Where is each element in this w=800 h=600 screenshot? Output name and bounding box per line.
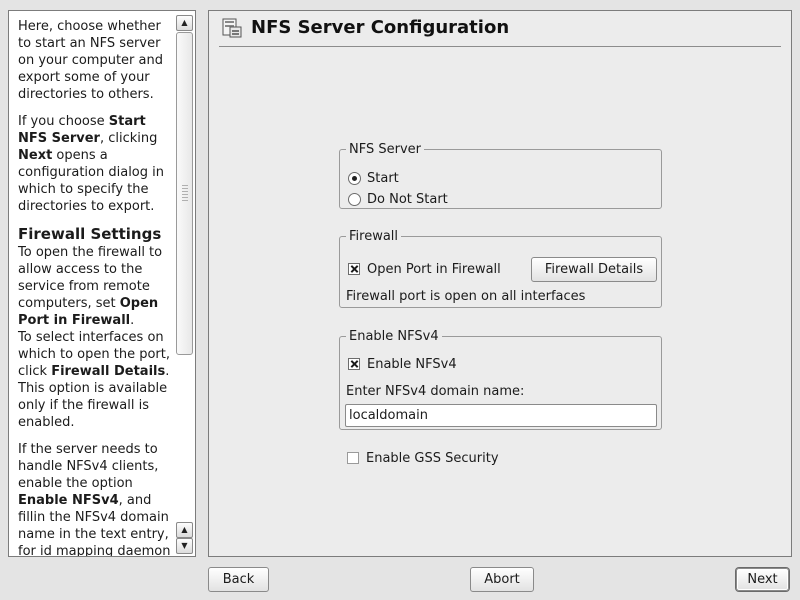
abort-button[interactable]: Abort [470,567,534,592]
radio-do-not-start[interactable]: Do Not Start [348,190,448,208]
scroll-up-arrow-icon-bottom[interactable]: ▲ [176,522,193,538]
scrollbar-thumb[interactable] [176,32,193,355]
radio-do-not-start-label: Do Not Start [367,191,448,207]
enable-nfsv4-check-indicator[interactable] [348,358,360,370]
main-panel: NFS Server Configuration NFS Server Star… [208,10,792,557]
nfsv4-legend: Enable NFSv4 [349,329,439,344]
radio-start[interactable]: Start [348,169,399,187]
nfs-server-legend: NFS Server [349,142,421,157]
radio-start-indicator[interactable] [348,171,361,185]
radio-start-label: Start [367,170,399,186]
enable-gss-check-indicator[interactable] [347,452,359,464]
firewall-group: Firewall Open Port in Firewall Firewall … [339,229,662,308]
help-scrollbar[interactable]: ▲ ▲ ▼ [176,15,193,554]
open-port-label: Open Port in Firewall [367,261,501,277]
firewall-legend: Firewall [349,229,399,244]
domain-name-label: Enter NFSv4 domain name: [346,384,525,399]
help-paragraph-interfaces: To select interfaces on which to open th… [18,330,171,430]
help-intro-text: Here, choose whether to start an NFS ser… [18,19,163,102]
enable-nfsv4-checkbox[interactable]: Enable NFSv4 [348,355,457,373]
nfs-server-icon [222,18,242,38]
scroll-down-arrow-icon[interactable]: ▼ [176,538,193,554]
help-panel[interactable]: Here, choose whether to start an NFS ser… [8,10,196,557]
scroll-up-arrow-icon[interactable]: ▲ [176,15,193,31]
help-paragraph-firewall: To open the firewall to allow access to … [18,245,163,328]
radio-do-not-start-indicator[interactable] [348,192,361,206]
enable-gss-checkbox[interactable]: Enable GSS Security [347,449,499,467]
firewall-status-text: Firewall port is open on all interfaces [346,289,586,304]
grip-icon [182,185,188,201]
enable-gss-label: Enable GSS Security [366,450,499,466]
page-title: NFS Server Configuration [251,17,510,38]
nfsv4-domain-input[interactable] [345,404,657,427]
help-paragraph-start: If you choose Start NFS Server, clicking… [18,114,164,214]
open-port-check-indicator[interactable] [348,263,360,275]
help-paragraph-intro: Here, choose whether to start an NFS ser… [18,18,178,103]
open-port-checkbox[interactable]: Open Port in Firewall [348,260,501,278]
title-divider [219,46,781,47]
firewall-details-button[interactable]: Firewall Details [531,257,657,282]
next-button[interactable]: Next [736,568,789,591]
nfs-server-group: NFS Server Start Do Not Start [339,142,662,209]
help-text: Here, choose whether to start an NFS ser… [18,18,178,557]
help-heading-firewall: Firewall Settings [18,225,162,243]
nfsv4-group: Enable NFSv4 Enable NFSv4 Enter NFSv4 do… [339,329,662,430]
enable-nfsv4-label: Enable NFSv4 [367,356,457,372]
back-button[interactable]: Back [208,567,269,592]
help-paragraph-nfsv4: If the server needs to handle NFSv4 clie… [18,442,171,557]
